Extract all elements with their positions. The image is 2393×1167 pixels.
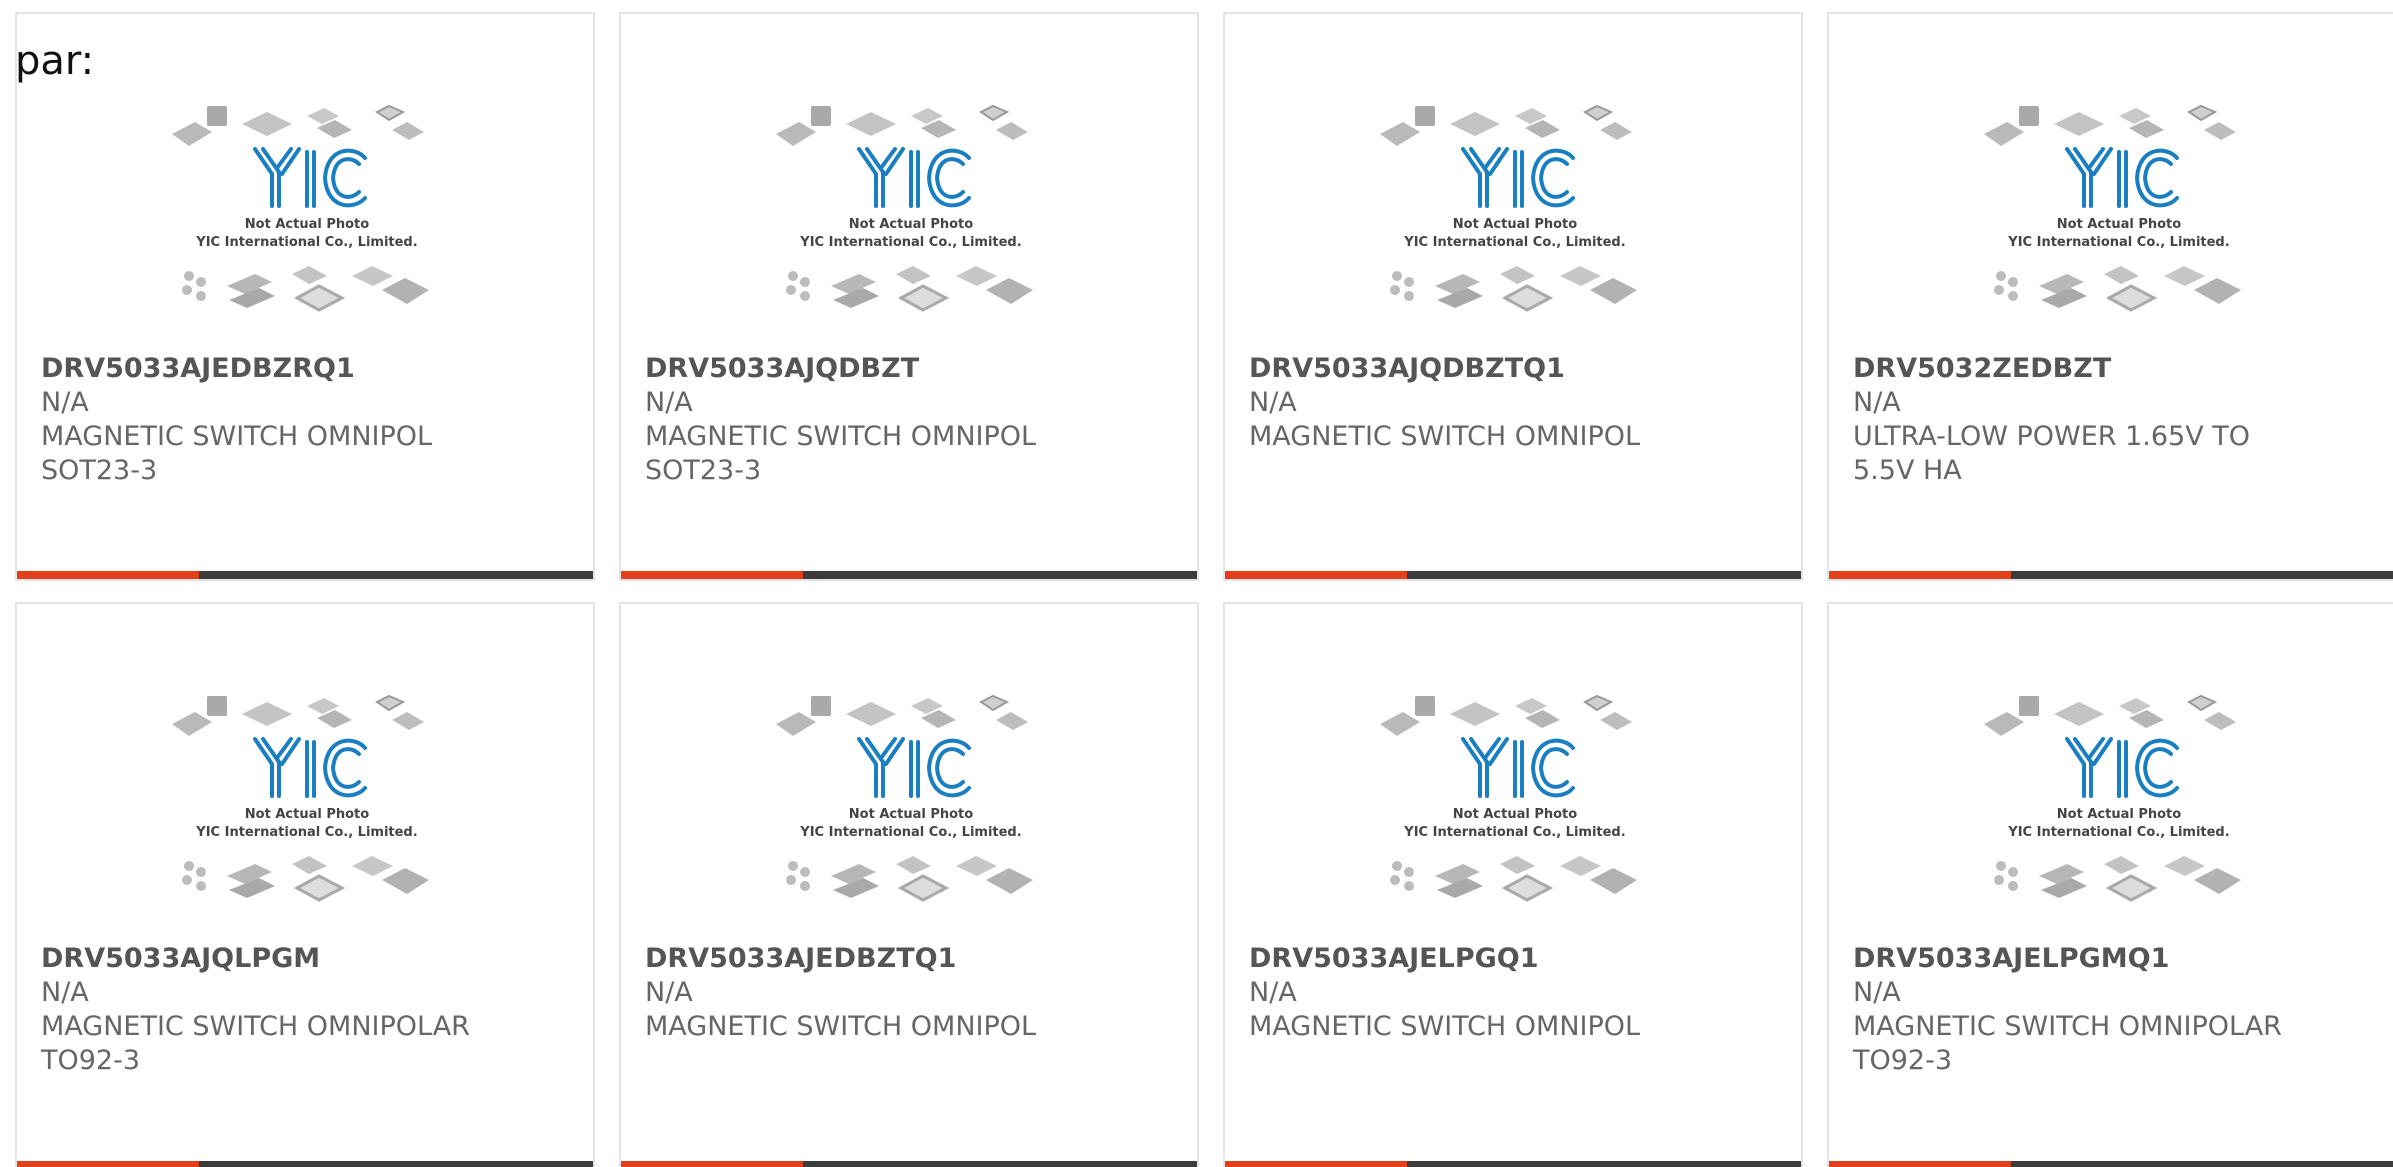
- product-info: DRV5033AJQLPGM N/A MAGNETIC SWITCH OMNIP…: [41, 942, 573, 1078]
- product-description: MAGNETIC SWITCH OMNIPOL SOT23-3: [645, 421, 1037, 486]
- card-bottom-bar: [621, 571, 1197, 579]
- product-description: MAGNETIC SWITCH OMNIPOL SOT23-3: [41, 421, 433, 486]
- product-description: MAGNETIC SWITCH OMNIPOL: [645, 1011, 1037, 1042]
- product-description: ULTRA-LOW POWER 1.65V TO 5.5V HA: [1853, 421, 2251, 486]
- part-number-link[interactable]: DRV5033AJELPGQ1: [1249, 942, 1781, 976]
- placeholder-line-2: YIC International Co., Limited.: [2007, 235, 2229, 250]
- placeholder-line-1: Not Actual Photo: [2057, 807, 2181, 822]
- product-image[interactable]: Not Actual Photo YIC International Co., …: [1979, 94, 2259, 354]
- placeholder-chip-icon: Not Actual Photo YIC International Co., …: [776, 104, 1033, 312]
- placeholder-line-2: YIC International Co., Limited.: [799, 825, 1021, 840]
- product-image[interactable]: Not Actual Photo YIC International Co., …: [1979, 684, 2259, 944]
- placeholder-line-1: Not Actual Photo: [245, 807, 369, 822]
- product-image[interactable]: Not Actual Photo YIC International Co., …: [167, 684, 447, 944]
- placeholder-line-1: Not Actual Photo: [1453, 217, 1577, 232]
- product-image[interactable]: Not Actual Photo YIC International Co., …: [1375, 94, 1655, 354]
- product-info: DRV5033AJQDBZTQ1 N/A MAGNETIC SWITCH OMN…: [1249, 352, 1781, 454]
- product-card-8[interactable]: Not Actual Photo YIC International Co., …: [1827, 602, 2393, 1167]
- product-info: DRV5033AJELPGMQ1 N/A MAGNETIC SWITCH OMN…: [1853, 942, 2385, 1078]
- card-accent-bar: [1829, 571, 2011, 579]
- manufacturer: N/A: [1249, 977, 1297, 1008]
- part-number-link[interactable]: DRV5033AJELPGMQ1: [1853, 942, 2385, 976]
- placeholder-line-2: YIC International Co., Limited.: [1403, 235, 1625, 250]
- placeholder-line-2: YIC International Co., Limited.: [195, 235, 417, 250]
- placeholder-line-2: YIC International Co., Limited.: [1403, 825, 1625, 840]
- product-info: DRV5033AJEDBZRQ1 N/A MAGNETIC SWITCH OMN…: [41, 352, 573, 488]
- product-image[interactable]: Not Actual Photo YIC International Co., …: [771, 684, 1051, 944]
- manufacturer: N/A: [1853, 387, 1901, 418]
- card-accent-bar: [17, 1161, 199, 1167]
- part-number-link[interactable]: DRV5032ZEDBZT: [1853, 352, 2385, 386]
- product-card-3[interactable]: Not Actual Photo YIC International Co., …: [1223, 12, 1803, 581]
- placeholder-chip-icon: Not Actual Photo YIC International Co., …: [172, 694, 429, 902]
- card-bottom-bar: [1225, 1161, 1801, 1167]
- placeholder-line-1: Not Actual Photo: [849, 217, 973, 232]
- placeholder-chip-icon: Not Actual Photo YIC International Co., …: [776, 694, 1033, 902]
- product-card-1[interactable]: Not Actual Photo YIC International Co., …: [15, 12, 595, 581]
- product-image[interactable]: Not Actual Photo YIC International Co., …: [167, 94, 447, 354]
- product-info: DRV5033AJEDBZTQ1 N/A MAGNETIC SWITCH OMN…: [645, 942, 1177, 1044]
- part-number-link[interactable]: DRV5033AJEDBZRQ1: [41, 352, 573, 386]
- card-bottom-bar: [17, 1161, 593, 1167]
- manufacturer: N/A: [41, 387, 89, 418]
- product-card-4[interactable]: Not Actual Photo YIC International Co., …: [1827, 12, 2393, 581]
- manufacturer: N/A: [41, 977, 89, 1008]
- placeholder-chip-icon: Not Actual Photo YIC International Co., …: [1380, 104, 1637, 312]
- manufacturer: N/A: [645, 977, 693, 1008]
- product-info: DRV5033AJQDBZT N/A MAGNETIC SWITCH OMNIP…: [645, 352, 1177, 488]
- placeholder-chip-icon: Not Actual Photo YIC International Co., …: [172, 104, 429, 312]
- card-accent-bar: [621, 1161, 803, 1167]
- card-accent-bar: [621, 571, 803, 579]
- placeholder-line-2: YIC International Co., Limited.: [195, 825, 417, 840]
- product-card-2[interactable]: Not Actual Photo YIC International Co., …: [619, 12, 1199, 581]
- placeholder-line-2: YIC International Co., Limited.: [799, 235, 1021, 250]
- manufacturer: N/A: [1249, 387, 1297, 418]
- manufacturer: N/A: [1853, 977, 1901, 1008]
- card-accent-bar: [1225, 1161, 1407, 1167]
- card-bottom-bar: [1225, 571, 1801, 579]
- placeholder-line-1: Not Actual Photo: [1453, 807, 1577, 822]
- part-number-link[interactable]: DRV5033AJQLPGM: [41, 942, 573, 976]
- product-info: DRV5032ZEDBZT N/A ULTRA-LOW POWER 1.65V …: [1853, 352, 2385, 488]
- placeholder-chip-icon: Not Actual Photo YIC International Co., …: [1380, 694, 1637, 902]
- card-bottom-bar: [1829, 571, 2393, 579]
- placeholder-chip-icon: Not Actual Photo YIC International Co., …: [1984, 694, 2241, 902]
- product-image[interactable]: Not Actual Photo YIC International Co., …: [1375, 684, 1655, 944]
- part-number-link[interactable]: DRV5033AJQDBZTQ1: [1249, 352, 1781, 386]
- card-bottom-bar: [17, 571, 593, 579]
- placeholder-chip-icon: Not Actual Photo YIC International Co., …: [1984, 104, 2241, 312]
- card-bottom-bar: [1829, 1161, 2393, 1167]
- card-bottom-bar: [621, 1161, 1197, 1167]
- product-info: DRV5033AJELPGQ1 N/A MAGNETIC SWITCH OMNI…: [1249, 942, 1781, 1044]
- product-image[interactable]: Not Actual Photo YIC International Co., …: [771, 94, 1051, 354]
- card-accent-bar: [17, 571, 199, 579]
- product-grid: Not Actual Photo YIC International Co., …: [15, 12, 2393, 1167]
- manufacturer: N/A: [645, 387, 693, 418]
- placeholder-line-1: Not Actual Photo: [245, 217, 369, 232]
- product-description: MAGNETIC SWITCH OMNIPOLAR TO92-3: [41, 1011, 470, 1076]
- product-description: MAGNETIC SWITCH OMNIPOL: [1249, 1011, 1641, 1042]
- card-accent-bar: [1829, 1161, 2011, 1167]
- product-grid-page: par: Not Actual Photo YIC International …: [0, 0, 2393, 1167]
- placeholder-line-1: Not Actual Photo: [2057, 217, 2181, 232]
- part-number-link[interactable]: DRV5033AJEDBZTQ1: [645, 942, 1177, 976]
- placeholder-line-1: Not Actual Photo: [849, 807, 973, 822]
- product-card-5[interactable]: Not Actual Photo YIC International Co., …: [15, 602, 595, 1167]
- product-card-7[interactable]: Not Actual Photo YIC International Co., …: [1223, 602, 1803, 1167]
- product-description: MAGNETIC SWITCH OMNIPOLAR TO92-3: [1853, 1011, 2282, 1076]
- part-number-link[interactable]: DRV5033AJQDBZT: [645, 352, 1177, 386]
- product-card-6[interactable]: Not Actual Photo YIC International Co., …: [619, 602, 1199, 1167]
- placeholder-line-2: YIC International Co., Limited.: [2007, 825, 2229, 840]
- product-description: MAGNETIC SWITCH OMNIPOL: [1249, 421, 1641, 452]
- card-accent-bar: [1225, 571, 1407, 579]
- par-label: par:: [15, 38, 95, 84]
